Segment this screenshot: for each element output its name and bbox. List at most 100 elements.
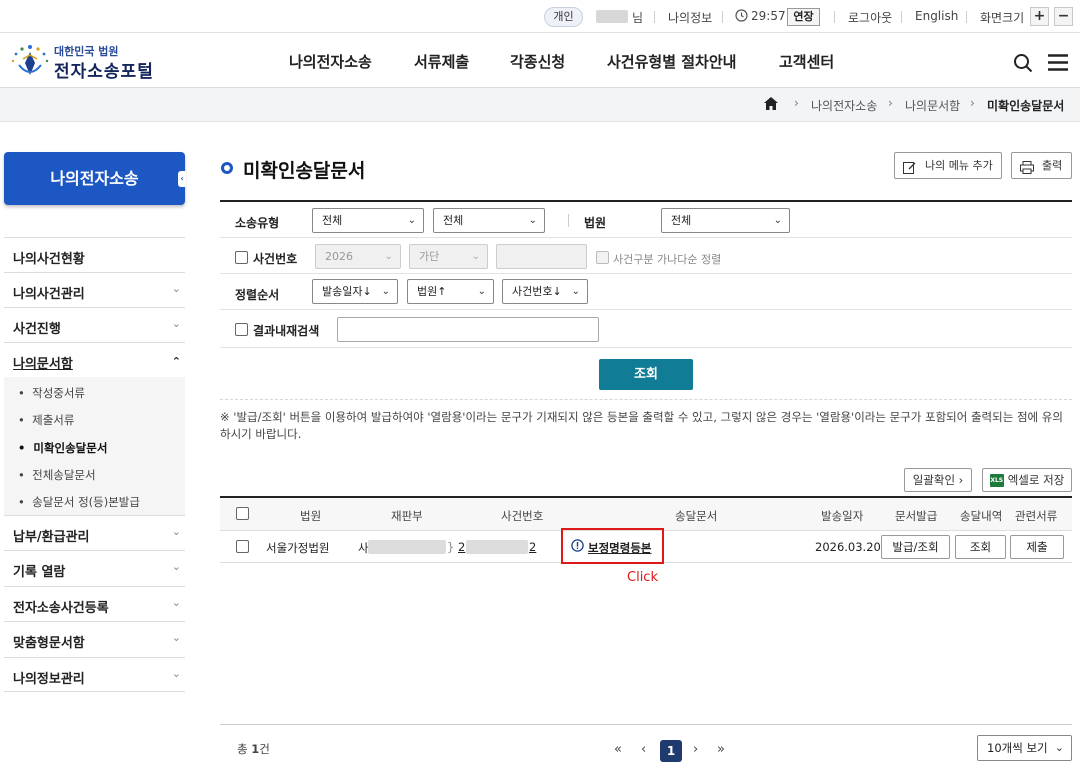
- subitem-label: 제출서류: [32, 413, 75, 427]
- chevron-down-icon: ⌄: [381, 286, 390, 297]
- sort-by-case-select[interactable]: 사건번호↓ ⌄: [502, 279, 588, 304]
- excel-export-label: 엑셀로 저장: [1007, 473, 1065, 487]
- gnb-procedure-guide[interactable]: 사건유형별 절차안내: [607, 51, 736, 72]
- sidebar-subitem-unconfirmed[interactable]: • 미확인송달문서: [18, 440, 107, 456]
- delivery-history-button[interactable]: 조회: [955, 535, 1006, 559]
- case-type-select[interactable]: 전체 ⌄: [312, 208, 424, 233]
- collapse-sidebar-icon[interactable]: ‹: [178, 171, 186, 187]
- divider: [568, 214, 569, 227]
- case-number-prefix[interactable]: 2: [458, 540, 465, 554]
- search-within-label: 결과내재검색: [253, 324, 320, 338]
- table-header: 법원 재판부 사건번호 송달문서 발송일자 문서발급 송달내역 관련서류: [220, 498, 1072, 531]
- gnb-customer-center[interactable]: 고객센터: [779, 51, 834, 72]
- gnb-my-ecourt[interactable]: 나의전자소송: [289, 51, 372, 72]
- sidebar-item-label: 나의사건관리: [13, 287, 85, 302]
- court-logo-icon[interactable]: [9, 41, 51, 82]
- sort-by-kind-checkbox[interactable]: [596, 251, 609, 264]
- my-info-link[interactable]: 나의정보: [668, 9, 712, 26]
- sidebar-subitem-all-delivered[interactable]: • 전체송달문서: [18, 467, 96, 483]
- chevron-down-icon: ⌄: [384, 251, 393, 262]
- sidebar-item-case-progress[interactable]: 사건진행 ⌄: [4, 307, 185, 342]
- sidebar-item-custom-box[interactable]: 맞춤형문서함 ⌄: [4, 621, 185, 656]
- sidebar-item-document-box[interactable]: 나의문서함 ⌃: [4, 342, 185, 377]
- sidebar-item-my-info[interactable]: 나의정보관리 ⌄: [4, 657, 185, 692]
- subitem-label: 송달문서 정(등)본발급: [32, 495, 140, 509]
- sidebar-item-case-register[interactable]: 전자소송사건등록 ⌄: [4, 586, 185, 621]
- first-page-icon[interactable]: «: [614, 742, 622, 757]
- court-select[interactable]: 전체 ⌄: [661, 208, 790, 233]
- breadcrumb-separator: ›: [970, 96, 975, 110]
- excel-icon: XLS: [989, 474, 1004, 487]
- sort-by-date-select[interactable]: 발송일자↓ ⌄: [312, 279, 398, 304]
- sidebar-subitem-drafts[interactable]: • 작성중서류: [18, 385, 85, 401]
- home-icon[interactable]: [764, 97, 778, 113]
- chevron-down-icon: ⌄: [773, 215, 782, 226]
- case-number-label: 사건번호: [253, 252, 298, 266]
- sidebar-item-case-manage[interactable]: 나의사건관리 ⌄: [4, 272, 185, 307]
- sidebar-item-label: 나의사건현황: [13, 252, 85, 267]
- division-prefix: 사: [358, 541, 369, 555]
- chevron-down-icon: ⌄: [171, 525, 181, 538]
- sort-by-court-select[interactable]: 법원↑ ⌄: [407, 279, 494, 304]
- division-suffix: }: [447, 540, 455, 554]
- zoom-out-button[interactable]: −: [1054, 7, 1073, 26]
- gnb-document-submit[interactable]: 서류제출: [414, 51, 469, 72]
- sidebar-item-label: 맞춤형문서함: [13, 636, 85, 651]
- breadcrumb-item[interactable]: 나의문서함: [905, 97, 960, 114]
- select-all-checkbox[interactable]: [236, 507, 249, 520]
- menu-icon[interactable]: [1048, 54, 1068, 74]
- logout-link[interactable]: 로그아웃: [848, 9, 892, 26]
- current-page[interactable]: 1: [660, 740, 682, 762]
- edit-icon: [903, 158, 916, 183]
- zoom-in-button[interactable]: +: [1030, 7, 1049, 26]
- sidebar-subitem-submitted[interactable]: • 제출서류: [18, 412, 74, 428]
- divider: [654, 11, 655, 23]
- breadcrumb-item[interactable]: 나의전자소송: [811, 97, 877, 114]
- search-within-input[interactable]: [337, 317, 599, 342]
- print-button[interactable]: 출력: [1011, 152, 1072, 179]
- case-serial-input[interactable]: [496, 244, 587, 269]
- chevron-down-icon: ⌄: [407, 215, 416, 226]
- select-value: 2026: [325, 250, 353, 263]
- page-size-select[interactable]: 10개씩 보기 ⌄: [977, 735, 1072, 761]
- search-button[interactable]: 조회: [599, 359, 693, 390]
- select-value: 전체: [671, 214, 692, 227]
- gnb-applications[interactable]: 각종신청: [510, 51, 565, 72]
- prev-page-icon[interactable]: ‹: [641, 742, 646, 757]
- language-link[interactable]: English: [915, 9, 958, 23]
- sidebar-item-case-status[interactable]: 나의사건현황: [4, 237, 185, 272]
- related-submit-button[interactable]: 제출: [1010, 535, 1064, 559]
- search-within-checkbox[interactable]: [235, 323, 248, 336]
- site-header: 대한민국 법원 전자소송포털 나의전자소송 서류제출 각종신청 사건유형별 절차…: [0, 33, 1080, 88]
- court-cell: 서울가정법원: [266, 541, 330, 555]
- last-page-icon[interactable]: »: [717, 742, 725, 757]
- search-row-case: 사건번호 2026 ⌄ 가단 ⌄ 사건구분 가나다순 정렬: [220, 238, 1072, 274]
- sidebar-subitem-certified-copy[interactable]: • 송달문서 정(등)본발급: [18, 494, 140, 510]
- case-number-suffix[interactable]: 2: [529, 540, 536, 554]
- case-subtype-select[interactable]: 전체 ⌄: [433, 208, 545, 233]
- issue-view-button[interactable]: 발급/조회: [881, 535, 950, 559]
- case-kind-select[interactable]: 가단 ⌄: [409, 244, 488, 269]
- search-icon[interactable]: [1013, 53, 1033, 76]
- chevron-down-icon: ⌄: [171, 667, 181, 680]
- sidebar-item-label: 나의문서함: [13, 357, 73, 372]
- sort-by-kind-label: 사건구분 가나다순 정렬: [613, 253, 722, 266]
- case-year-select[interactable]: 2026 ⌄: [315, 244, 401, 269]
- excel-export-button[interactable]: XLS 엑셀로 저장: [982, 468, 1072, 492]
- sidebar-item-payment[interactable]: 납부/환급관리 ⌄: [4, 515, 185, 550]
- sidebar-item-label: 사건진행: [13, 322, 61, 337]
- click-annotation: Click: [627, 570, 658, 585]
- add-my-menu-button[interactable]: 나의 메뉴 추가: [894, 152, 1002, 179]
- breadcrumb: › 나의전자소송 › 나의문서함 › 미확인송달문서: [0, 88, 1080, 122]
- case-number-checkbox[interactable]: [235, 251, 248, 264]
- extend-session-button[interactable]: 연장: [787, 8, 820, 26]
- sidebar-item-records[interactable]: 기록 열람 ⌄: [4, 550, 185, 585]
- logo-title[interactable]: 전자소송포털: [54, 57, 154, 82]
- row-checkbox[interactable]: [236, 540, 249, 553]
- click-highlight-box: [561, 528, 664, 564]
- sidebar-item-label: 기록 열람: [13, 565, 66, 580]
- divider: [966, 11, 967, 23]
- subitem-label: 전체송달문서: [32, 468, 96, 482]
- bulk-confirm-button[interactable]: 일괄확인 ›: [904, 468, 972, 492]
- next-page-icon[interactable]: ›: [693, 742, 698, 757]
